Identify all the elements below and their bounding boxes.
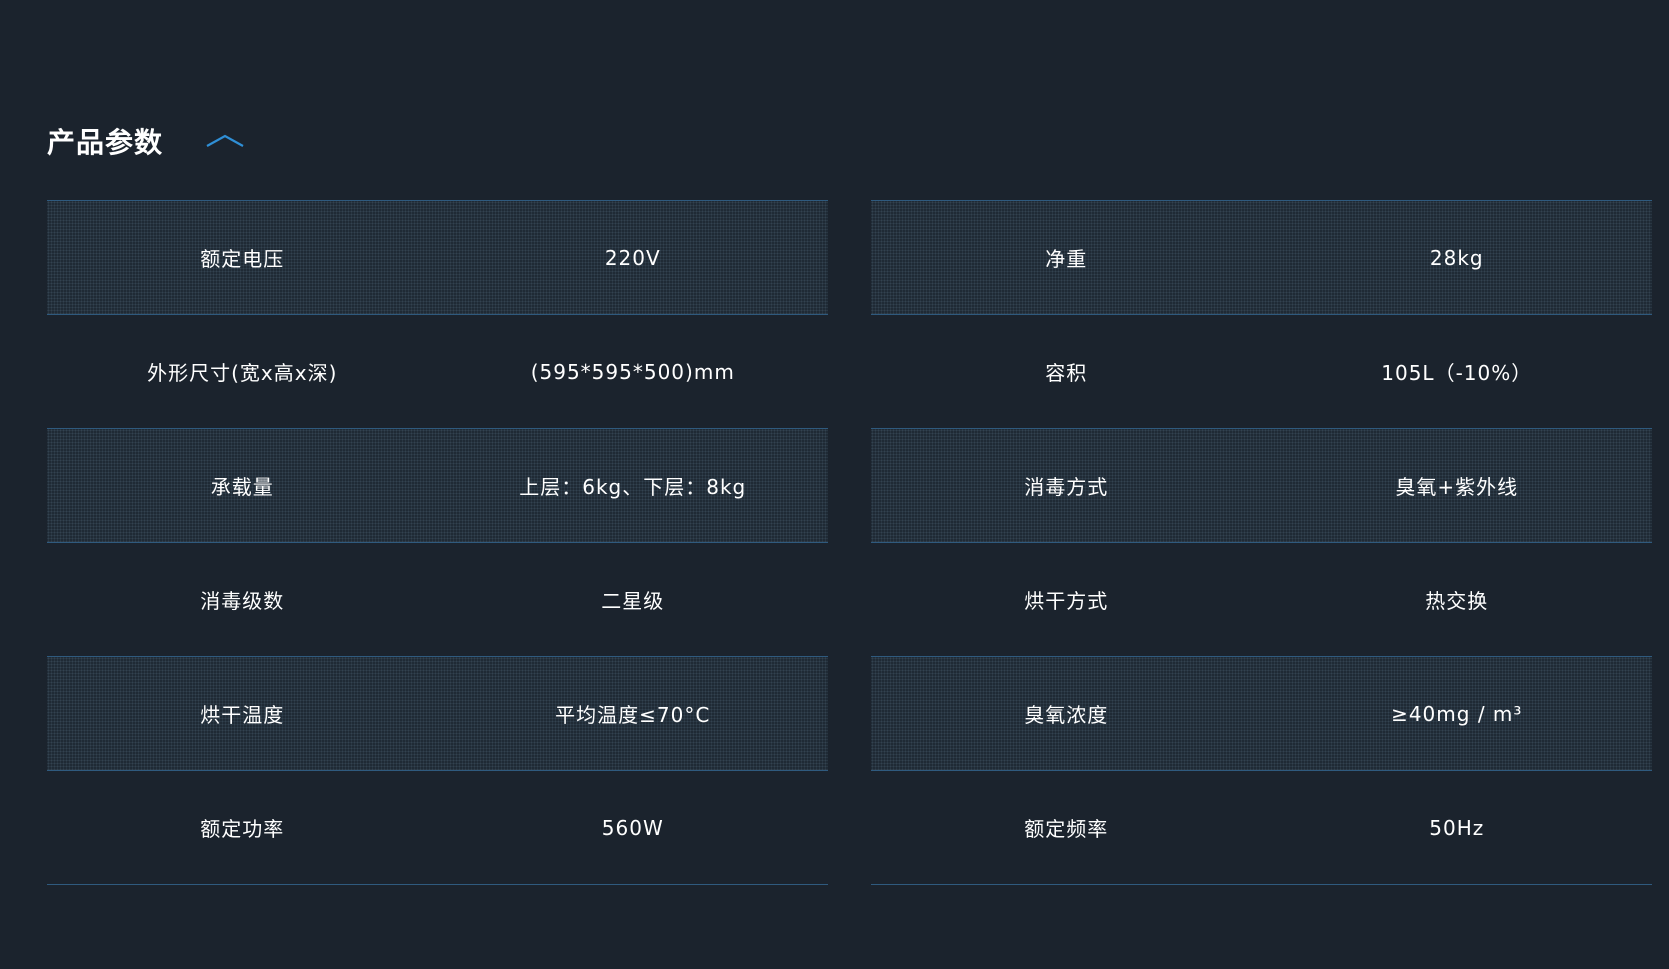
spec-label: 额定功率 bbox=[200, 817, 285, 841]
spec-value: 560W bbox=[601, 815, 664, 840]
spec-row: 额定功率 560W bbox=[47, 771, 828, 885]
spec-label: 烘干温度 bbox=[200, 703, 285, 727]
spec-label: 外形尺寸(宽x高x深) bbox=[147, 361, 338, 385]
spec-label: 臭氧浓度 bbox=[1024, 703, 1109, 727]
spec-row: 容积 105L（-10%） bbox=[871, 315, 1652, 429]
chevron-up-icon bbox=[206, 134, 244, 147]
spec-label: 额定频率 bbox=[1024, 817, 1109, 841]
spec-value: (595*595*500)mm bbox=[530, 359, 735, 384]
spec-value: 28kg bbox=[1429, 245, 1484, 270]
spec-label: 消毒级数 bbox=[200, 589, 285, 613]
collapse-toggle-button[interactable] bbox=[205, 126, 245, 156]
spec-value: 上层：6kg、下层：8kg bbox=[519, 475, 747, 499]
spec-row: 净重 28kg bbox=[871, 201, 1652, 315]
spec-label: 烘干方式 bbox=[1024, 589, 1109, 613]
spec-row: 承载量 上层：6kg、下层：8kg bbox=[47, 429, 828, 543]
spec-row: 外形尺寸(宽x高x深) (595*595*500)mm bbox=[47, 315, 828, 429]
spec-value: 平均温度≤70°C bbox=[555, 703, 711, 727]
spec-tables: 额定电压 220V 外形尺寸(宽x高x深) (595*595*500)mm 承载… bbox=[47, 200, 1652, 885]
spec-row: 烘干方式 热交换 bbox=[871, 543, 1652, 657]
spec-value: 50Hz bbox=[1429, 815, 1485, 840]
spec-value: 热交换 bbox=[1425, 589, 1489, 613]
spec-table-left: 额定电压 220V 外形尺寸(宽x高x深) (595*595*500)mm 承载… bbox=[47, 200, 828, 885]
spec-row: 额定频率 50Hz bbox=[871, 771, 1652, 885]
spec-value: 臭氧+紫外线 bbox=[1395, 475, 1519, 499]
spec-label: 额定电压 bbox=[200, 247, 285, 271]
product-spec-page: 产品参数 额定电压 220V 外形尺寸(宽x高x深) (595*595*500)… bbox=[0, 0, 1669, 969]
section-title: 产品参数 bbox=[47, 126, 164, 159]
spec-label: 消毒方式 bbox=[1024, 475, 1109, 499]
spec-label: 承载量 bbox=[210, 475, 274, 499]
spec-label: 容积 bbox=[1045, 361, 1088, 385]
section-header: 产品参数 bbox=[47, 116, 245, 166]
spec-label: 净重 bbox=[1045, 247, 1088, 271]
spec-row: 消毒级数 二星级 bbox=[47, 543, 828, 657]
spec-value: ≥40mg / m³ bbox=[1391, 701, 1523, 726]
spec-row: 臭氧浓度 ≥40mg / m³ bbox=[871, 657, 1652, 771]
spec-table-right: 净重 28kg 容积 105L（-10%） 消毒方式 臭氧+紫外线 烘干方式 热… bbox=[871, 200, 1652, 885]
spec-row: 消毒方式 臭氧+紫外线 bbox=[871, 429, 1652, 543]
spec-value: 二星级 bbox=[601, 589, 665, 613]
spec-value: 105L（-10%） bbox=[1381, 361, 1533, 385]
spec-row: 额定电压 220V bbox=[47, 201, 828, 315]
spec-row: 烘干温度 平均温度≤70°C bbox=[47, 657, 828, 771]
spec-value: 220V bbox=[604, 245, 661, 270]
